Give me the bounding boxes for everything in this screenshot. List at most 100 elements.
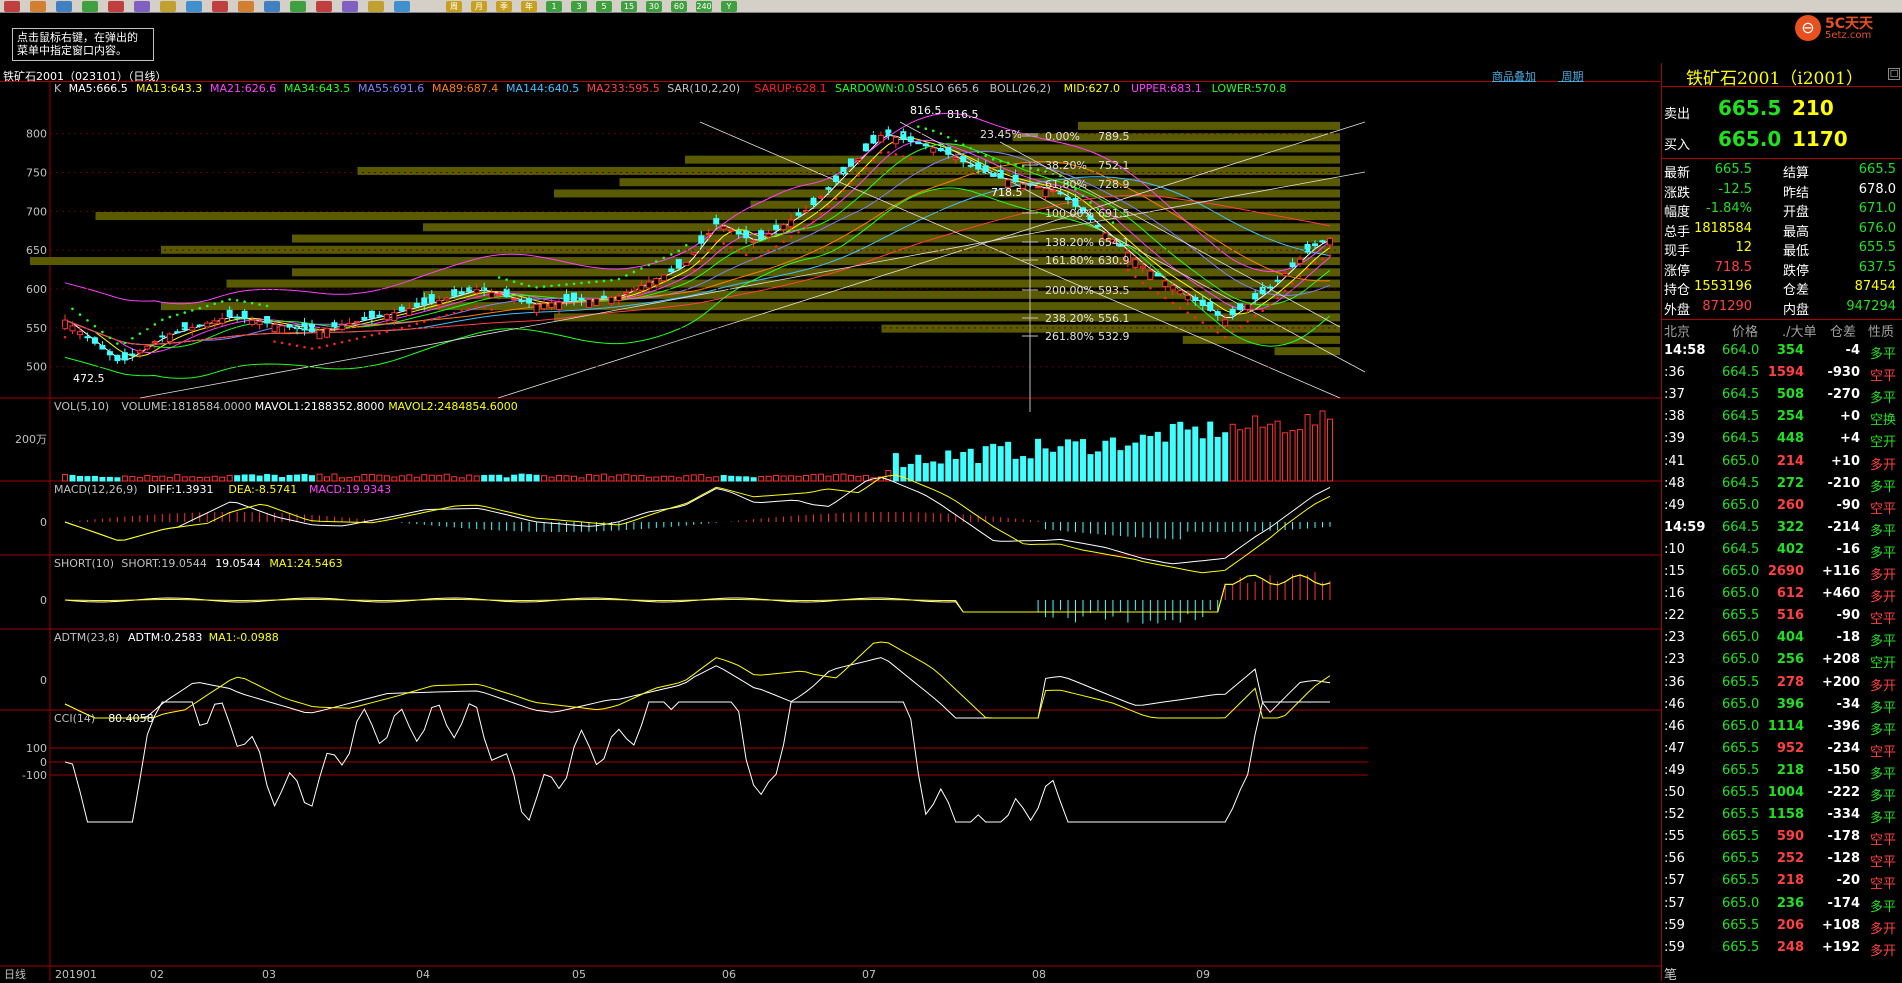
period-button[interactable]: 3 xyxy=(571,1,587,12)
sar-dot xyxy=(580,281,583,285)
candle-body xyxy=(166,333,173,343)
main-legend-item: MA89:687.4 xyxy=(432,82,498,95)
candle-body xyxy=(428,294,435,303)
main-legend-item: LOWER:570.8 xyxy=(1212,82,1287,95)
candle-body xyxy=(1147,270,1154,280)
tick-header-oi: 仓差 xyxy=(1830,325,1857,340)
volume-bar xyxy=(488,474,495,482)
tick-row: :59 665.5 206 +108 多开 xyxy=(1662,916,1902,938)
volume-bar xyxy=(1147,435,1154,482)
candle-body xyxy=(62,319,68,330)
tick-time: :55 xyxy=(1664,829,1685,845)
toolbar-tool-icon[interactable] xyxy=(264,1,280,12)
volume-bar xyxy=(129,475,136,482)
period-button[interactable]: 年 xyxy=(521,1,537,12)
fib-level-value: 691.5 xyxy=(1098,207,1130,220)
chart-area[interactable]: K MA5:666.5 MA13:643.3 MA21:626.6 MA34:643.5… xyxy=(0,82,1661,981)
candle-body xyxy=(720,225,727,230)
volume-bar xyxy=(675,477,682,482)
period-button[interactable]: 季 xyxy=(496,1,512,12)
quote-label: 内盘 xyxy=(1783,302,1810,318)
quote-value: 678.0 xyxy=(1858,181,1896,197)
volume-bar xyxy=(1102,440,1109,482)
toolbar-tool-icon[interactable] xyxy=(394,1,410,12)
candle-body xyxy=(608,296,615,305)
quote-label: 涨停 xyxy=(1664,263,1691,279)
sar-dot xyxy=(385,330,389,333)
sar-dot xyxy=(235,299,239,302)
toolbar-tool-icon[interactable] xyxy=(238,1,254,12)
tick-volume: 402 xyxy=(1776,541,1804,557)
tick-volume: 612 xyxy=(1776,586,1804,602)
period-button[interactable]: Y xyxy=(721,1,737,12)
macd-legend-item: DIFF:1.3931 xyxy=(148,483,214,496)
toolbar-tool-icon[interactable] xyxy=(82,1,98,12)
tick-volume: 1114 xyxy=(1767,718,1804,734)
quote-label: 外盘 xyxy=(1664,302,1691,318)
period-button[interactable]: 月 xyxy=(471,1,487,12)
toolbar-tool-icon[interactable] xyxy=(30,1,46,12)
volume-bar xyxy=(668,475,675,482)
period-button[interactable]: 15 xyxy=(621,1,637,12)
volume-bar xyxy=(930,461,937,482)
tick-nature: 空平 xyxy=(1870,744,1897,760)
candle-body xyxy=(675,259,682,269)
tick-volume: 508 xyxy=(1776,387,1804,403)
tick-time: :56 xyxy=(1664,851,1685,867)
volume-profile-bar xyxy=(1078,121,1340,130)
candle-body xyxy=(503,288,510,298)
period-button[interactable]: 周 xyxy=(446,1,462,12)
toolbar-tool-icon[interactable] xyxy=(56,1,72,12)
tick-time: 14:58 xyxy=(1664,343,1706,358)
tick-nature: 多开 xyxy=(1870,568,1897,583)
volume-bar xyxy=(428,474,435,482)
toolbar-tool-icon[interactable] xyxy=(290,1,306,12)
toolbar-tool-icon[interactable] xyxy=(160,1,176,12)
tick-time: :38 xyxy=(1664,409,1685,425)
candle-body xyxy=(997,169,1004,179)
period-button[interactable]: 1 xyxy=(546,1,562,12)
volume-bar xyxy=(1027,458,1034,482)
sar-dot xyxy=(280,341,284,345)
toolbar-tool-icon[interactable] xyxy=(342,1,358,12)
volume-bar xyxy=(1244,427,1251,482)
short-legend-item: SHORT:19.0544 xyxy=(121,557,206,570)
toolbar-tool-icon[interactable] xyxy=(186,1,202,12)
volume-bar xyxy=(937,463,944,482)
sar-dot xyxy=(310,347,314,350)
tick-volume: 218 xyxy=(1776,873,1804,889)
period-button[interactable]: 30 xyxy=(646,1,662,12)
toolbar-tool-icon[interactable] xyxy=(316,1,332,12)
sar-dot xyxy=(684,243,688,247)
tick-price: 664.5 xyxy=(1722,475,1760,491)
panel-toggle-button[interactable]: □ xyxy=(1888,68,1900,80)
volume-bar xyxy=(211,475,218,482)
sar-dot xyxy=(400,326,404,330)
volume-bar xyxy=(346,477,353,482)
sar-dot xyxy=(535,285,538,289)
volume-bar xyxy=(563,475,570,482)
candle-body xyxy=(346,322,353,326)
candle-body xyxy=(129,353,136,356)
period-button[interactable]: 60 xyxy=(671,1,687,12)
tick-volume: 272 xyxy=(1776,475,1804,491)
volume-bar xyxy=(376,474,383,482)
period-button[interactable]: 240 xyxy=(696,1,712,12)
toolbar-tool-icon[interactable] xyxy=(4,1,20,12)
tick-time: :39 xyxy=(1664,431,1685,447)
quote-value: -12.5 xyxy=(1718,181,1752,197)
volume-bar xyxy=(279,477,286,482)
period-button[interactable]: 5 xyxy=(596,1,612,12)
short-line xyxy=(64,574,1331,613)
toolbar-tool-icon[interactable] xyxy=(108,1,124,12)
toolbar-tool-icon[interactable] xyxy=(134,1,150,12)
volume-bar xyxy=(698,474,705,482)
toolbar-tool-icon[interactable] xyxy=(212,1,228,12)
toolbar-tool-icon[interactable] xyxy=(368,1,384,12)
volume-bar xyxy=(1169,423,1176,482)
tip-box: 点击鼠标右键，在弹出的 菜单中指定窗口内容。 xyxy=(12,28,154,61)
tick-nature: 空平 xyxy=(1870,877,1897,893)
sar-dot xyxy=(512,280,516,284)
fib-level-pct: 161.80% xyxy=(1045,254,1094,267)
tick-oi-change: -214 xyxy=(1827,519,1860,535)
